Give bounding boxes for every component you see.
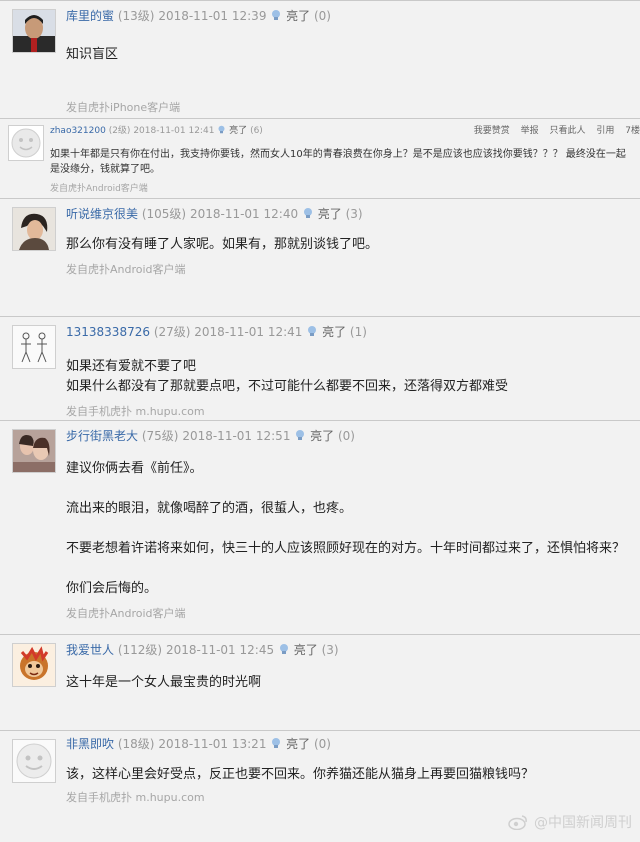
post-meta: 我爱世人 (112级) 2018-11-01 12:45 亮了 (3) (66, 641, 339, 658)
user-level: (18级) (117, 737, 155, 751)
lightbulb-icon[interactable] (294, 429, 306, 441)
post-body: 知识盲区 (66, 45, 118, 65)
post-source: 发自虎扑Android客户端 (50, 184, 148, 194)
post-source: 发自虎扑Android客户端 (66, 607, 186, 620)
light-count: (3) (345, 207, 363, 221)
post-time: 2018-11-01 13:21 (158, 737, 267, 751)
post-time: 2018-11-01 12:39 (158, 9, 267, 23)
report-button[interactable]: 举报 (521, 126, 539, 136)
light-button[interactable]: 亮了 (286, 9, 310, 23)
post-line-spacer (66, 519, 625, 539)
user-avatar[interactable] (12, 325, 56, 369)
username-link[interactable]: 非黑即吹 (66, 737, 114, 751)
post-line: 你们会后悔的。 (66, 581, 158, 596)
post-body: 该，这样心里会好受点，反正也要不回来。你养猫还能从猫身上再要回猫粮钱吗？ (66, 765, 534, 785)
user-level: (2级) (108, 126, 131, 136)
post-line: 那么你有没有睡了人家呢。如果有，那就别谈钱了吧。 (66, 237, 379, 252)
light-button[interactable]: 亮了 (322, 325, 346, 339)
user-level: (27级) (153, 325, 191, 339)
weibo-icon (508, 815, 527, 830)
light-button[interactable]: 亮了 (318, 207, 342, 221)
light-count: (3) (321, 643, 339, 657)
post-body: 如果十年都是只有你在付出，我支持你要钱，然而女人10年的青春浪费在你身上？是不是… (50, 147, 640, 177)
post-time: 2018-11-01 12:41 (133, 126, 215, 136)
username-link[interactable]: zhao321200 (50, 126, 106, 136)
default-avatar[interactable] (8, 125, 44, 161)
post-source: 发自虎扑Android客户端 (66, 263, 186, 276)
post-time: 2018-11-01 12:45 (165, 643, 275, 657)
post-line: 如果十年都是只有你在付出，我支持你要钱，然而女人10年的青春浪费在你身上？是不是… (50, 149, 626, 160)
watermark-text: @中国新闻周刊 (534, 815, 632, 831)
post-line: 如果什么都没有了那就要点吧，不过可能什么都要不回来，还落得双方都难受 (66, 379, 509, 394)
post-actions: 我要赞赏 举报 只看此人 引用 7楼 (466, 123, 640, 136)
post-meta: 听说维京很美 (105级) 2018-11-01 12:40 亮了 (3) (66, 205, 363, 222)
post-line: 如果还有爱就不要了吧 (66, 359, 197, 374)
reward-button[interactable]: 我要赞赏 (474, 126, 510, 136)
post-source: 发自手机虎扑 m.hupu.com (66, 791, 205, 804)
lightbulb-icon[interactable] (217, 125, 226, 134)
post-line: 建议你俩去看《前任》。 (66, 461, 203, 476)
only-this-user-button[interactable]: 只看此人 (549, 126, 585, 136)
post-meta: 13138338726 (27级) 2018-11-01 12:41 亮了 (1… (66, 323, 367, 340)
comment-post: 我爱世人 (112级) 2018-11-01 12:45 亮了 (3) 这十年是… (0, 634, 640, 730)
post-body: 如果还有爱就不要了吧 如果什么都没有了那就要点吧，不过可能什么都要不回来，还落得… (66, 357, 508, 397)
light-button[interactable]: 亮了 (310, 429, 334, 443)
post-source: 发自虎扑iPhone客户端 (66, 101, 181, 114)
lightbulb-icon[interactable] (270, 9, 282, 21)
lightbulb-icon[interactable] (270, 737, 282, 749)
light-button[interactable]: 亮了 (286, 737, 310, 751)
light-count: (1) (349, 325, 367, 339)
post-meta: 步行街黑老大 (75级) 2018-11-01 12:51 亮了 (0) (66, 427, 355, 444)
post-time: 2018-11-01 12:40 (189, 207, 299, 221)
username-link[interactable]: 听说维京很美 (66, 207, 138, 221)
user-avatar[interactable] (12, 643, 56, 687)
user-level: (75级) (141, 429, 179, 443)
post-line: 这十年是一个女人最宝贵的时光啊 (66, 675, 262, 690)
post-body: 那么你有没有睡了人家呢。如果有，那就别谈钱了吧。 (66, 235, 378, 255)
username-link[interactable]: 步行街黑老大 (66, 429, 138, 443)
post-meta: zhao321200 (2级) 2018-11-01 12:41 亮了 (6) (50, 123, 263, 136)
username-link[interactable]: 13138338726 (66, 325, 150, 339)
post-line-spacer (66, 559, 625, 579)
floor-number: 7楼 (625, 126, 640, 136)
user-level: (112级) (117, 643, 163, 657)
light-count: (0) (337, 429, 355, 443)
comment-post: 步行街黑老大 (75级) 2018-11-01 12:51 亮了 (0) 建议你… (0, 420, 640, 634)
quote-button[interactable]: 引用 (596, 126, 614, 136)
post-line: 该，这样心里会好受点，反正也要不回来。你养猫还能从猫身上再要回猫粮钱吗？ (66, 767, 535, 782)
comment-post: 13138338726 (27级) 2018-11-01 12:41 亮了 (1… (0, 316, 640, 420)
comment-post: zhao321200 (2级) 2018-11-01 12:41 亮了 (6) … (0, 118, 640, 198)
username-link[interactable]: 我爱世人 (66, 643, 114, 657)
user-avatar[interactable] (12, 9, 56, 53)
lightbulb-icon[interactable] (306, 325, 318, 337)
username-link[interactable]: 库里的蜜 (66, 9, 114, 23)
post-body: 建议你俩去看《前任》。 流出来的眼泪，就像喝醉了的酒，很蜇人，也疼。 不要老想着… (66, 459, 625, 599)
lightbulb-icon[interactable] (278, 643, 290, 655)
post-time: 2018-11-01 12:41 (194, 325, 303, 339)
post-source: 发自手机虎扑 m.hupu.com (66, 405, 205, 418)
post-line-spacer (66, 479, 625, 499)
user-avatar[interactable] (12, 207, 56, 251)
comment-post: 库里的蜜 (13级) 2018-11-01 12:39 亮了 (0) 知识盲区 … (0, 0, 640, 118)
user-level: (105级) (141, 207, 187, 221)
lightbulb-icon[interactable] (302, 207, 314, 219)
post-line: 流出来的眼泪，就像喝醉了的酒，很蜇人，也疼。 (66, 501, 353, 516)
user-avatar[interactable] (12, 429, 56, 473)
post-line: 知识盲区 (66, 47, 119, 62)
comment-post: 听说维京很美 (105级) 2018-11-01 12:40 亮了 (3) 那么… (0, 198, 640, 316)
post-line: 是没缘分，钱就算了吧。 (50, 164, 160, 175)
post-line: 不要老想着许诺将来如何，快三十的人应该照顾好现在的对方。十年时间都过来了，还惧怕… (66, 541, 626, 556)
default-avatar[interactable] (12, 739, 56, 783)
post-meta: 库里的蜜 (13级) 2018-11-01 12:39 亮了 (0) (66, 7, 331, 24)
light-button[interactable]: 亮了 (294, 643, 318, 657)
user-level: (13级) (117, 9, 155, 23)
post-time: 2018-11-01 12:51 (182, 429, 291, 443)
post-meta: 非黑即吹 (18级) 2018-11-01 13:21 亮了 (0) (66, 735, 331, 752)
light-button[interactable]: 亮了 (229, 126, 247, 136)
light-count: (0) (313, 9, 331, 23)
post-body: 这十年是一个女人最宝贵的时光啊 (66, 673, 261, 693)
watermark: @中国新闻周刊 (508, 812, 632, 832)
light-count: (0) (313, 737, 331, 751)
light-count: (6) (250, 126, 263, 136)
